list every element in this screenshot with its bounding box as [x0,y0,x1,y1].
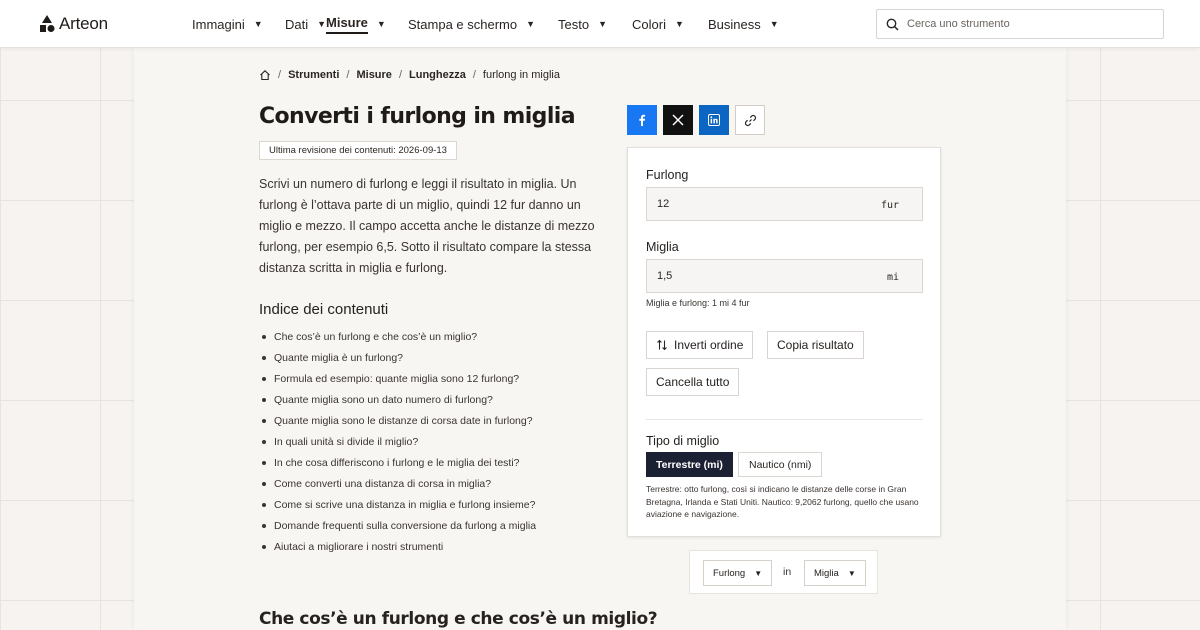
swap-label: Inverti ordine [674,338,744,352]
breadcrumb-separator: / [346,69,350,81]
furlong-unit: fur [880,200,899,211]
nav-label: Immagini [192,16,245,32]
converter-card: Furlong 12 fur Miglia 1,5 mi Miglia e fu… [627,147,941,537]
section-heading: Che cos’è un furlong e che cos’è un migl… [259,609,658,629]
miles-label: Miglia [646,240,679,254]
revision-badge: Ultima revisione dei contenuti: 2026-09-… [259,141,457,160]
copy-link-button[interactable] [735,105,765,135]
to-unit-select[interactable]: Miglia ▼ [804,560,866,586]
clear-all-button[interactable]: Cancella tutto [646,368,740,396]
miles-field[interactable]: 1,5 mi [646,259,923,293]
search-icon [886,18,899,31]
nav-label: Dati [285,16,309,32]
breadcrumb-link[interactable]: Strumenti [288,69,339,81]
breadcrumb-separator: / [398,69,402,81]
caret-down-icon: ▼ [598,19,607,29]
toc-item[interactable]: Come converti una distanza di corsa in m… [262,477,614,498]
intro-paragraph: Scrivi un numero di furlong e leggi il r… [259,177,595,275]
caret-down-icon: ▼ [769,19,779,29]
caret-down-icon: ▼ [376,19,386,29]
furlong-field[interactable]: 12 fur [646,187,923,221]
from-unit-label: Furlong [713,567,746,579]
toc-item[interactable]: Aiutaci a migliorare i nostri strumenti [262,540,614,561]
toc-item[interactable]: Quante miglia sono un dato numero di fur… [262,393,614,414]
copy-result-button[interactable]: Copia risultato [767,331,864,359]
nav-item-stampa[interactable]: Stampa e schermo ▼ [408,0,558,48]
result-hint: Miglia e furlong: 1 mi 4 fur [646,298,750,308]
nav-label: Colori [632,16,666,32]
nav-item-misure[interactable]: Misure ▼ [326,0,408,48]
picker-in-text: in [783,566,792,578]
card-divider [646,419,923,420]
logo-mark-icon [40,15,55,32]
furlong-label: Furlong [646,168,689,182]
share-bar [627,105,771,135]
share-facebook-button[interactable] [627,105,657,135]
mode-terrestrial-button[interactable]: Terrestre (mi) [646,452,733,477]
breadcrumb-link[interactable]: Misure [356,69,391,81]
unit-picker: Furlong ▼ in Miglia ▼ [689,550,878,594]
nav-label: Testo [558,16,590,32]
toc-title: Indice dei contenuti [259,301,389,318]
search-input[interactable] [907,18,1147,30]
table-of-contents: Che cos’è un furlong e che cos’è un migl… [262,330,614,561]
toc-item[interactable]: Domande frequenti sulla conversione da f… [262,519,614,540]
logo[interactable]: Arteon [39,14,108,34]
breadcrumb-link[interactable]: Lunghezza [409,69,466,81]
search-box[interactable] [876,9,1164,39]
share-linkedin-button[interactable] [699,105,729,135]
link-icon [744,114,756,126]
breadcrumb: / Strumenti / Misure / Lunghezza / furlo… [259,69,560,81]
mode-nautical-button[interactable]: Nautico (nmi) [738,452,823,477]
breadcrumb-separator: / [472,69,476,81]
logo-text: Arteon [59,14,108,33]
nav-label: Business [708,16,761,32]
top-bar: Arteon Immagini ▼ Dati ▼ Misure ▼ Stampa e … [0,0,1200,48]
caret-down-icon: ▼ [253,19,263,29]
mode-note: Terrestre: otto furlong, così si indican… [646,484,919,519]
nav-item-business[interactable]: Business ▼ [708,0,788,48]
mile-type-label: Tipo di miglio [646,434,720,448]
caret-down-icon: ▼ [526,19,536,29]
caret-down-icon: ▼ [674,19,684,29]
toc-item[interactable]: Come si scrive una distanza in miglia e … [262,498,614,519]
x-icon [672,114,684,126]
miles-unit: mi [886,272,899,283]
nav-item-colori[interactable]: Colori ▼ [632,0,708,48]
furlong-value: 12 [657,198,670,210]
to-unit-label: Miglia [814,567,839,579]
from-unit-select[interactable]: Furlong ▼ [703,560,773,586]
nav-label: Stampa e schermo [408,16,518,32]
miles-value: 1,5 [657,270,673,282]
facebook-icon [639,114,646,126]
toc-item[interactable]: Formula ed esempio: quante miglia sono 1… [262,372,614,393]
toc-item[interactable]: Quante miglia sono le distanze di corsa … [262,414,614,435]
nav-label: Misure [326,15,368,34]
breadcrumb-current: furlong in miglia [482,69,560,81]
home-icon[interactable] [259,69,271,81]
share-x-button[interactable] [663,105,693,135]
swap-button[interactable]: Inverti ordine [646,331,754,359]
clear-all-label: Cancella tutto [656,375,730,389]
toc-item[interactable]: Che cos’è un furlong e che cos’è un migl… [262,330,614,351]
caret-down-icon: ▼ [847,568,856,578]
caret-down-icon: ▼ [317,19,327,29]
copy-result-label: Copia risultato [777,338,854,352]
breadcrumb-separator: / [278,69,282,81]
nav-item-immagini[interactable]: Immagini ▼ [192,0,263,48]
toc-item[interactable]: Quante miglia è un furlong? [262,351,614,372]
main-nav: Immagini ▼ Dati ▼ Misure ▼ Stampa e schermo… [192,0,788,48]
toc-item[interactable]: In che cosa differiscono i furlong e le … [262,456,614,477]
page-title: Converti i furlong in miglia [259,104,576,129]
swap-arrows-icon [657,339,667,351]
nav-item-testo[interactable]: Testo ▼ [558,0,632,48]
toc-item[interactable]: In quali unità si divide il miglio? [262,435,614,456]
linkedin-icon [708,114,720,126]
caret-down-icon: ▼ [754,568,763,578]
